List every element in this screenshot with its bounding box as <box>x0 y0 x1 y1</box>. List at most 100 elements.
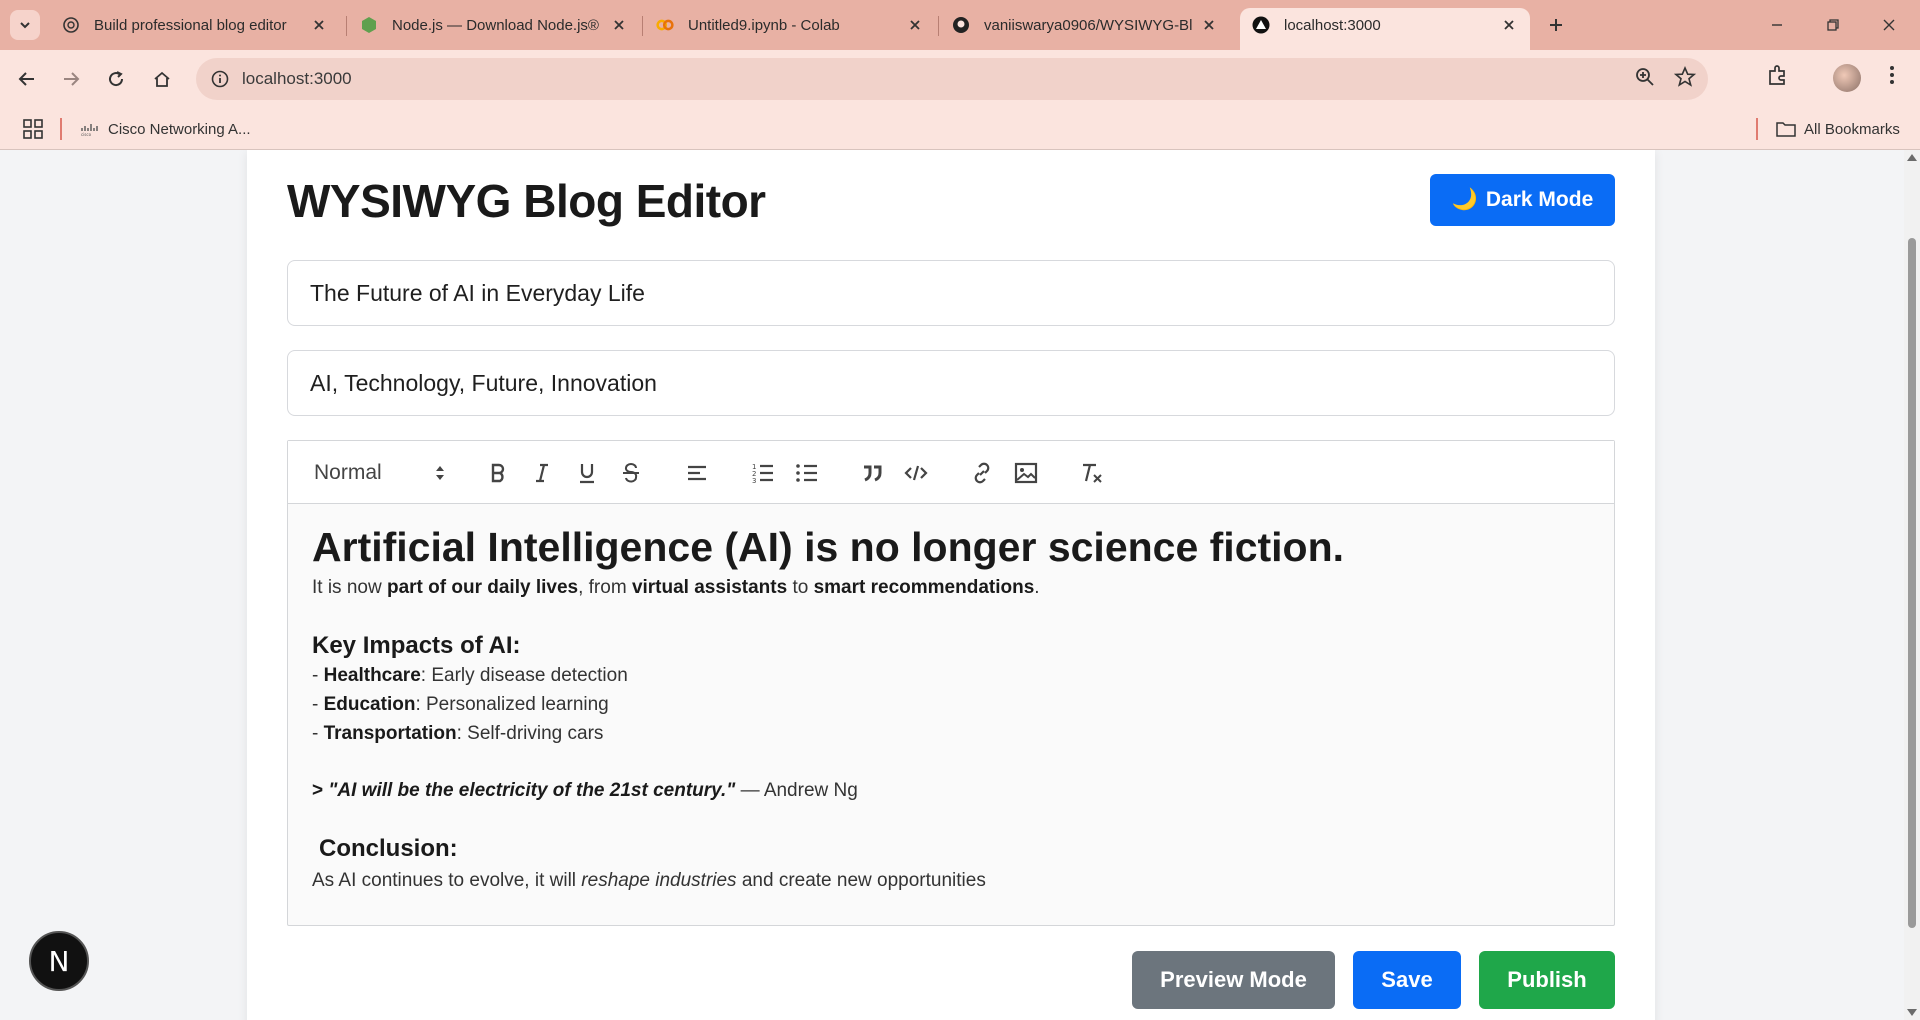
dark-mode-label: Dark Mode <box>1485 188 1594 211</box>
impact-text: : Personalized learning <box>415 694 609 715</box>
github-icon <box>952 16 970 34</box>
tab-title: Build professional blog editor <box>94 16 287 34</box>
publish-button[interactable]: Publish <box>1479 951 1615 1009</box>
impacts-heading: Key Impacts of AI: <box>312 632 521 659</box>
tab-separator <box>938 16 939 36</box>
post-title-value: The Future of AI in Everyday Life <box>310 279 645 306</box>
profile-avatar[interactable] <box>1833 64 1861 92</box>
close-icon[interactable] <box>310 16 328 34</box>
italic-icon <box>536 463 548 483</box>
quote-icon <box>864 465 882 482</box>
all-bookmarks-button[interactable]: All Bookmarks <box>1776 108 1900 150</box>
home-button[interactable] <box>146 63 178 95</box>
info-icon[interactable] <box>206 65 234 93</box>
bookmark-cisco[interactable]: cisco Cisco Networking A... <box>80 108 251 150</box>
apps-grid-icon[interactable] <box>22 118 44 145</box>
tab-localhost[interactable]: localhost:3000 <box>1240 8 1530 50</box>
intro-bold: part of our daily lives <box>386 577 579 598</box>
post-title-input[interactable]: The Future of AI in Everyday Life <box>287 260 1615 326</box>
restore-button[interactable] <box>1820 12 1846 38</box>
code-block-button[interactable] <box>902 459 930 487</box>
tab-title: Node.js — Download Node.js® <box>392 16 599 34</box>
clear-format-button[interactable] <box>1078 459 1106 487</box>
bullet-list-button[interactable] <box>793 459 821 487</box>
conclusion-heading: Conclusion: <box>319 835 458 862</box>
link-button[interactable] <box>968 459 996 487</box>
kebab-menu-icon[interactable] <box>1880 63 1904 92</box>
editor-content[interactable]: Artificial Intelligence (AI) is no longe… <box>312 525 1594 895</box>
intro-bold: smart recommendations <box>813 577 1035 598</box>
page-scrollbar[interactable] <box>1904 150 1920 1020</box>
bookmark-star-icon[interactable] <box>1673 65 1697 93</box>
editor-card: WYSIWYG Blog Editor 🌙 Dark Mode The Futu… <box>247 150 1655 1020</box>
nextjs-icon <box>1252 16 1270 34</box>
tags-value: AI, Technology, Future, Innovation <box>310 369 657 396</box>
header-format-value: Normal <box>314 461 382 484</box>
strike-button[interactable] <box>617 459 645 487</box>
forward-button[interactable] <box>55 63 87 95</box>
nextjs-dev-badge[interactable]: N <box>29 931 89 991</box>
impact-text: : Self-driving cars <box>456 723 604 744</box>
ordered-list-button[interactable]: 123 <box>749 459 777 487</box>
tab-search-button[interactable] <box>10 10 40 40</box>
close-window-button[interactable] <box>1876 12 1902 38</box>
scroll-up-arrow-icon[interactable] <box>1907 154 1917 161</box>
close-icon[interactable] <box>1200 16 1218 34</box>
tab-blog-editor[interactable]: Build professional blog editor <box>50 8 340 42</box>
header-format-select[interactable]: Normal <box>314 459 446 487</box>
tab-colab[interactable]: Untitled9.ipynb - Colab <box>644 8 936 42</box>
home-icon <box>154 71 170 87</box>
dark-mode-button[interactable]: 🌙 Dark Mode <box>1430 174 1615 226</box>
quote-text: "AI will be the electricity of the 21st … <box>328 780 736 801</box>
back-button[interactable] <box>11 63 43 95</box>
tags-input[interactable]: AI, Technology, Future, Innovation <box>287 350 1615 416</box>
close-icon[interactable] <box>906 16 924 34</box>
impact-label: Education <box>323 694 416 715</box>
ordered-list-icon: 123 <box>752 463 773 484</box>
intro-text: , from <box>578 577 632 598</box>
scroll-down-arrow-icon[interactable] <box>1907 1009 1917 1016</box>
content-heading: Artificial Intelligence (AI) is no longe… <box>312 524 1345 570</box>
quote-author: — Andrew Ng <box>735 780 858 801</box>
bullet-list-icon <box>796 464 817 482</box>
extensions-icon[interactable] <box>1766 63 1790 92</box>
new-tab-button[interactable] <box>1543 12 1569 38</box>
impact-label: Transportation <box>323 723 457 744</box>
preview-mode-button[interactable]: Preview Mode <box>1132 951 1335 1009</box>
close-icon[interactable] <box>1500 16 1518 34</box>
underline-button[interactable] <box>573 459 601 487</box>
tab-separator <box>642 16 643 36</box>
impact-item: - Education: Personalized learning <box>312 690 1594 719</box>
intro-text: . <box>1034 577 1040 598</box>
impact-prefix: - <box>312 694 324 715</box>
impact-prefix: - <box>312 665 324 686</box>
chevron-down-icon <box>20 22 30 29</box>
tab-title: localhost:3000 <box>1284 16 1381 34</box>
restore-icon <box>1827 19 1839 31</box>
scroll-thumb[interactable] <box>1908 238 1916 928</box>
select-caret-icon <box>434 463 446 489</box>
close-icon[interactable] <box>610 16 628 34</box>
image-button[interactable] <box>1012 459 1040 487</box>
italic-button[interactable] <box>528 459 556 487</box>
tab-github[interactable]: vaniiswarya0906/WYSIWYG-Blo <box>940 8 1230 42</box>
intro-text: It is now <box>312 577 387 598</box>
chatgpt-icon <box>62 16 80 34</box>
colab-icon <box>656 16 674 34</box>
save-button[interactable]: Save <box>1353 951 1461 1009</box>
tab-nodejs[interactable]: Node.js — Download Node.js® <box>348 8 640 42</box>
address-bar[interactable]: localhost:3000 <box>196 58 1708 100</box>
image-icon <box>1014 462 1038 484</box>
rich-text-editor: Normal 1 2 3 Artificial Intelligence (AI… <box>287 440 1615 926</box>
page-viewport: WYSIWYG Blog Editor 🌙 Dark Mode The Futu… <box>0 150 1904 1020</box>
blockquote-button[interactable] <box>858 459 886 487</box>
align-button[interactable] <box>683 459 711 487</box>
all-bookmarks-label: All Bookmarks <box>1804 120 1900 138</box>
bold-button[interactable] <box>484 459 512 487</box>
folder-icon <box>1776 121 1796 137</box>
bold-icon <box>491 463 505 483</box>
minimize-button[interactable] <box>1764 12 1790 38</box>
reload-button[interactable] <box>100 63 132 95</box>
zoom-icon[interactable] <box>1634 66 1656 93</box>
